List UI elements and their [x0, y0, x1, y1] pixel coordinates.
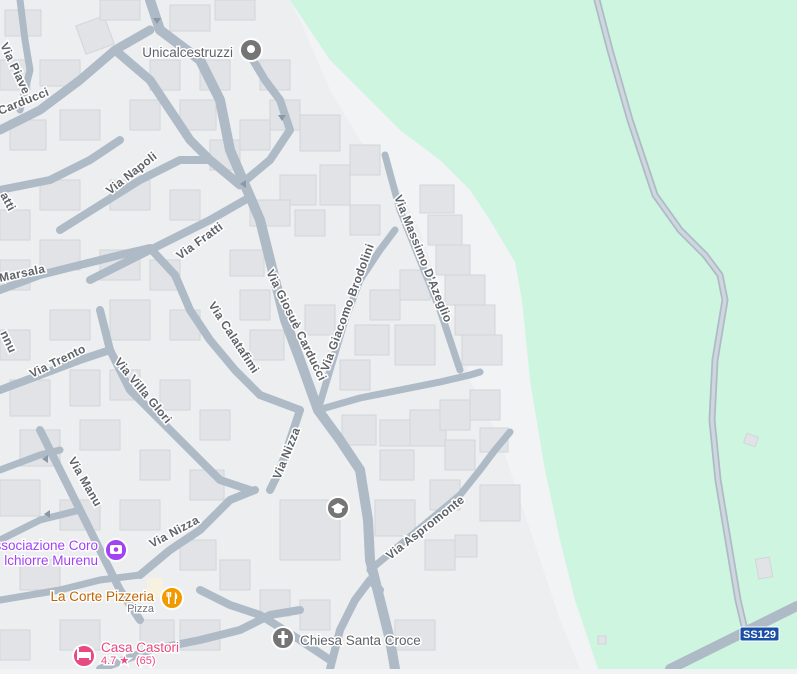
poi-label-chiesa-santa-croce: Chiesa Santa Croce: [300, 633, 421, 648]
highway-label: SS129: [743, 629, 776, 641]
poi-label-associazione-line2: lchiorre Murenu: [4, 553, 98, 568]
fork-knife-icon: [160, 586, 184, 610]
place-pin-icon: [239, 38, 263, 62]
bed-icon: [72, 644, 96, 668]
highway-shield-ss129: SS129: [739, 626, 780, 642]
poi-label-casa-castori: Casa Castori: [101, 640, 179, 655]
poi-label-unicalcestruzzi: Unicalcestruzzi: [142, 45, 233, 60]
poi-school[interactable]: [326, 496, 350, 520]
poi-label-la-corte-pizzeria: La Corte Pizzeria: [50, 589, 154, 604]
poi-category-pizza: Pizza: [127, 603, 155, 615]
poi-rating-casa-castori: 4.7 ★: [101, 655, 129, 667]
map-canvas[interactable]: Via Piave Carducci atti Via Napoli Marsa…: [0, 0, 797, 674]
graduation-cap-icon: [326, 496, 350, 520]
map-svg[interactable]: Via Piave Carducci atti Via Napoli Marsa…: [0, 0, 797, 674]
theater-icon: [104, 538, 128, 562]
poi-label-associazione-line1: ssociazione Coro: [0, 538, 98, 553]
poi-reviews-casa-castori: (65): [136, 655, 156, 667]
cross-icon: [271, 626, 295, 650]
